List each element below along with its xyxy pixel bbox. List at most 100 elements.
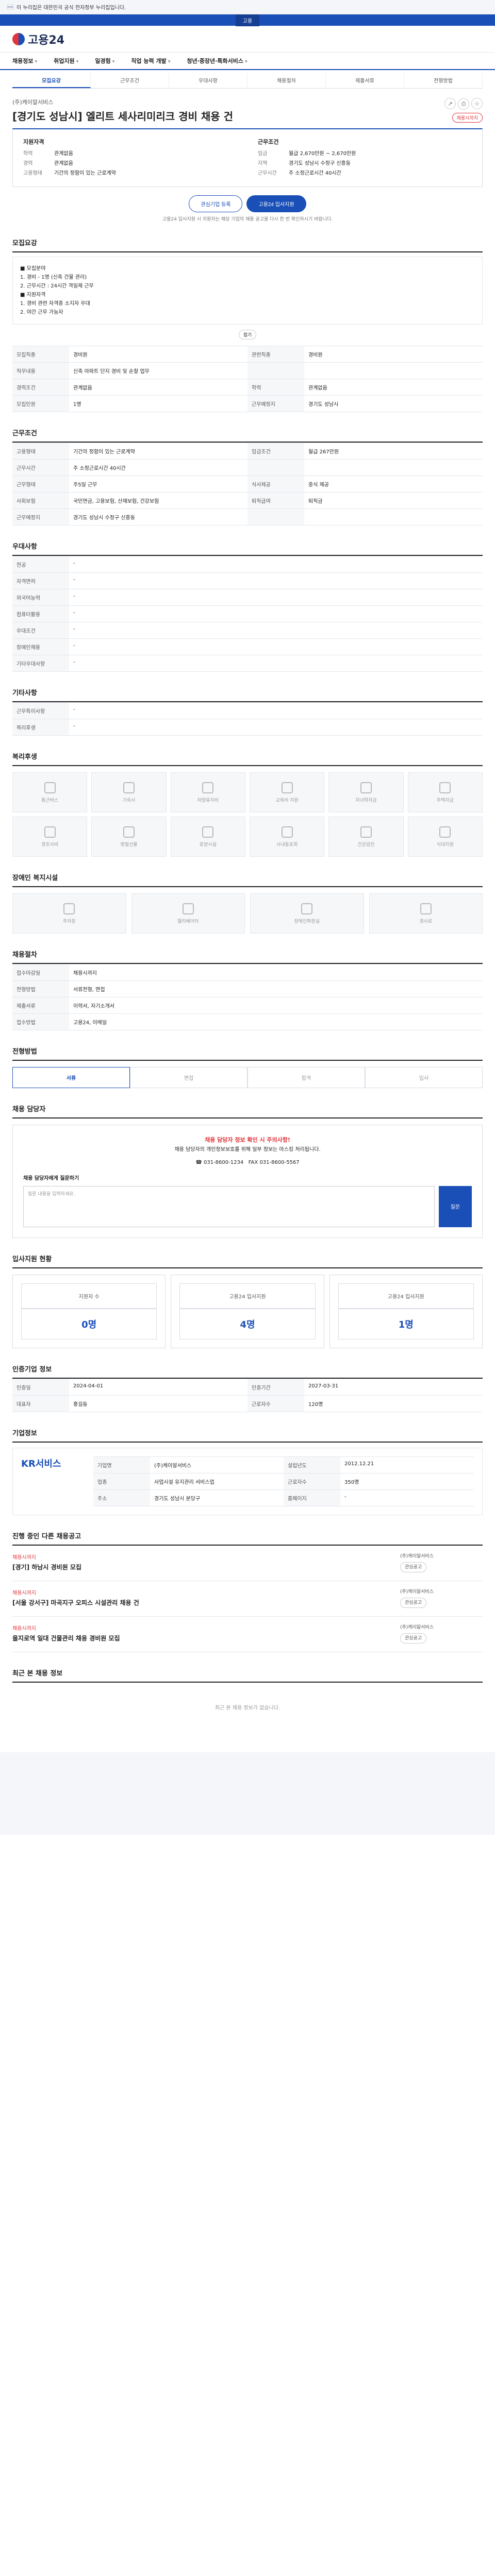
job-list-title: 을지로역 일대 건물관리 채용 경비원 모집	[12, 1634, 120, 1642]
nav-item[interactable]: 채용정보	[12, 57, 37, 65]
conditions-table: 고용형태 기간의 정함이 있는 근로계약 임금조건 월급 267만원 근무시간 주 소정근…	[12, 443, 483, 526]
preferences-table: 전공 - 자격면허 - 외국어능력 - 컴퓨터활용 - 우대조건 - 장애인채용 - 기타우대사항 -	[12, 556, 483, 672]
question-submit-button[interactable]: 질문	[438, 1185, 472, 1227]
table-cell: 2024-04-01	[69, 1378, 248, 1395]
table-header-cell: 인증일	[12, 1378, 69, 1395]
job-company: (주)케이알서비스	[400, 1553, 434, 1559]
benefit-card: 휴양시설	[170, 817, 245, 857]
company-section: 기업정보 KR서비스 기업명 (주)케이알서비스 설립년도 2012.12.21 업종 사…	[12, 1428, 483, 1515]
tab-documents[interactable]: 제출서류	[326, 73, 404, 88]
table-cell: -	[69, 655, 483, 671]
table-cell	[304, 362, 483, 379]
print-icon[interactable]: ⎙	[458, 98, 469, 110]
table-header-cell: 식사제공	[248, 476, 304, 492]
recent-empty: 최근 본 채용 정보가 없습니다.	[214, 1705, 280, 1711]
table-header-cell: 홈페이지	[284, 1489, 340, 1506]
bookmark-button[interactable]: 관심공고	[400, 1633, 427, 1644]
benefit-icon	[439, 826, 451, 838]
apply-button[interactable]: 고용24 입사지원	[246, 195, 306, 212]
gov-nav-item-active[interactable]: 고용	[235, 14, 260, 26]
recruit-table: 모집직종 경비원 관련직종 경비원 직무내용 신축 아파트 단지 경비 및 순찰 업무 경력…	[12, 346, 483, 412]
table-header-cell: 관련직종	[248, 346, 304, 362]
job-title: [경기도 성남시] 엘리트 세사리미리크 경비 채용 건	[12, 110, 234, 123]
benefit-icon	[360, 782, 372, 793]
interest-button[interactable]: 관심기업 등록	[189, 195, 243, 212]
site-header: 고용24	[0, 26, 495, 53]
benefit-label: 사내동호회	[276, 842, 298, 848]
tab-preferences[interactable]: 우대사항	[169, 73, 248, 88]
stat-card: 고용24 입사지원 1명	[329, 1274, 483, 1348]
table-header-cell: 전형방법	[12, 980, 69, 997]
table-cell: 경비원	[69, 346, 248, 362]
benefit-label: 식대지원	[436, 842, 454, 848]
nav-item[interactable]: 직업 능력 개발	[131, 57, 170, 65]
site-logo[interactable]: 고용24	[12, 31, 64, 47]
job-list-item[interactable]: 채용시까지 [서울 강서구] 마곡지구 오피스 시설관리 채용 건 (주)케이알서비…	[12, 1581, 483, 1617]
table-header-cell: 사회보험	[12, 492, 69, 509]
table-cell: 120명	[304, 1395, 483, 1412]
benefit-card: 장애인화장실	[250, 893, 364, 934]
contact-section: 채용 담당자 채용 담당자 정보 확인 시 주의사항! 채용 담당자의 개인정보…	[12, 1104, 483, 1238]
table-header-cell: 모집인원	[12, 395, 69, 412]
table-cell: 주 소정근로시간 40시간	[69, 459, 248, 476]
benefit-label: 경사로	[419, 919, 433, 924]
table-cell: 주5일 근무	[69, 476, 248, 492]
nav-item[interactable]: 취업지원	[54, 57, 78, 65]
benefit-icon	[301, 903, 313, 914]
method-step: 입사	[365, 1067, 483, 1088]
benefit-label: 자녀학자금	[355, 798, 377, 803]
section-tabs: 모집요강 근무조건 우대사항 채용절차 제출서류 전형방법	[12, 73, 483, 89]
bookmark-button[interactable]: 관심공고	[400, 1562, 427, 1573]
tab-method[interactable]: 전형방법	[404, 73, 483, 88]
job-list-title: [경기] 하남시 경비원 모집	[12, 1563, 81, 1571]
benefit-icon	[360, 826, 372, 838]
contact-box: 채용 담당자 정보 확인 시 주의사항! 채용 담당자의 개인정보보호를 위해 …	[12, 1125, 483, 1238]
table-header-cell: 컴퓨터활용	[12, 605, 69, 622]
stat-card: 지원자 수 0명	[12, 1274, 166, 1348]
nav-item[interactable]: 일경험	[95, 57, 114, 65]
table-cell: -	[69, 702, 483, 719]
table-header-cell: 장애인채용	[12, 638, 69, 655]
table-cell	[304, 459, 483, 476]
job-list-item[interactable]: 채용시까지 을지로역 일대 건물관리 채용 경비원 모집 (주)케이알서비스 관심공고	[12, 1617, 483, 1652]
benefit-icon	[182, 903, 194, 914]
gov-nav: 고용	[0, 14, 495, 26]
job-list-title: [서울 강서구] 마곡지구 오피스 시설관리 채용 건	[12, 1599, 139, 1606]
table-header-cell: 근무예정지	[12, 509, 69, 525]
table-cell: 중식 제공	[304, 476, 483, 492]
job-list-item[interactable]: 채용시까지 [경기] 하남시 경비원 모집 (주)케이알서비스 관심공고	[12, 1546, 483, 1581]
table-cell: 경기도 성남시 수정구 신흥동	[69, 509, 248, 525]
table-header-cell	[248, 362, 304, 379]
table-cell: 월급 267만원	[304, 443, 483, 459]
question-input[interactable]: 질문 내용을 입력하세요.	[23, 1185, 435, 1227]
table-cell: -	[340, 1489, 474, 1506]
company-name[interactable]: (주)케이알서비스	[12, 98, 233, 106]
table-cell: 퇴직금	[304, 492, 483, 509]
benefit-label: 주차장	[62, 919, 76, 924]
tab-recruit[interactable]: 모집요강	[12, 73, 91, 88]
tab-conditions[interactable]: 근무조건	[91, 73, 169, 88]
method-step: 서류	[12, 1067, 130, 1088]
benefit-icon	[44, 782, 56, 793]
benefit-label: 명절선물	[120, 842, 138, 848]
share-icon[interactable]: ↗	[444, 98, 456, 109]
star-icon[interactable]: ☆	[471, 98, 483, 109]
table-cell: 기간의 정함이 있는 근로계약	[69, 443, 248, 459]
bookmark-button[interactable]: 관심공고	[400, 1598, 427, 1608]
collapse-button[interactable]: 접기	[238, 330, 257, 340]
benefit-label: 통근버스	[41, 798, 59, 803]
table-header-cell: 복리후생	[12, 719, 69, 735]
benefit-card: 엘리베이터	[131, 893, 245, 934]
table-cell: 신축 아파트 단지 경비 및 순찰 업무	[69, 362, 248, 379]
table-cell: 2012.12.21	[340, 1456, 474, 1473]
nav-item[interactable]: 청년·중장년·특화서비스	[187, 57, 247, 65]
benefit-icon	[420, 903, 432, 914]
company-logo: KR서비스	[21, 1458, 61, 1469]
tab-process[interactable]: 채용절차	[248, 73, 326, 88]
table-cell: -	[69, 638, 483, 655]
disability-grid: 주차장 엘리베이터 장애인화장실 경사로	[12, 893, 483, 934]
benefit-icon	[202, 826, 214, 838]
table-header-cell: 제출서류	[12, 997, 69, 1013]
table-cell: 1명	[69, 395, 248, 412]
table-header-cell: 접수방법	[12, 1013, 69, 1030]
